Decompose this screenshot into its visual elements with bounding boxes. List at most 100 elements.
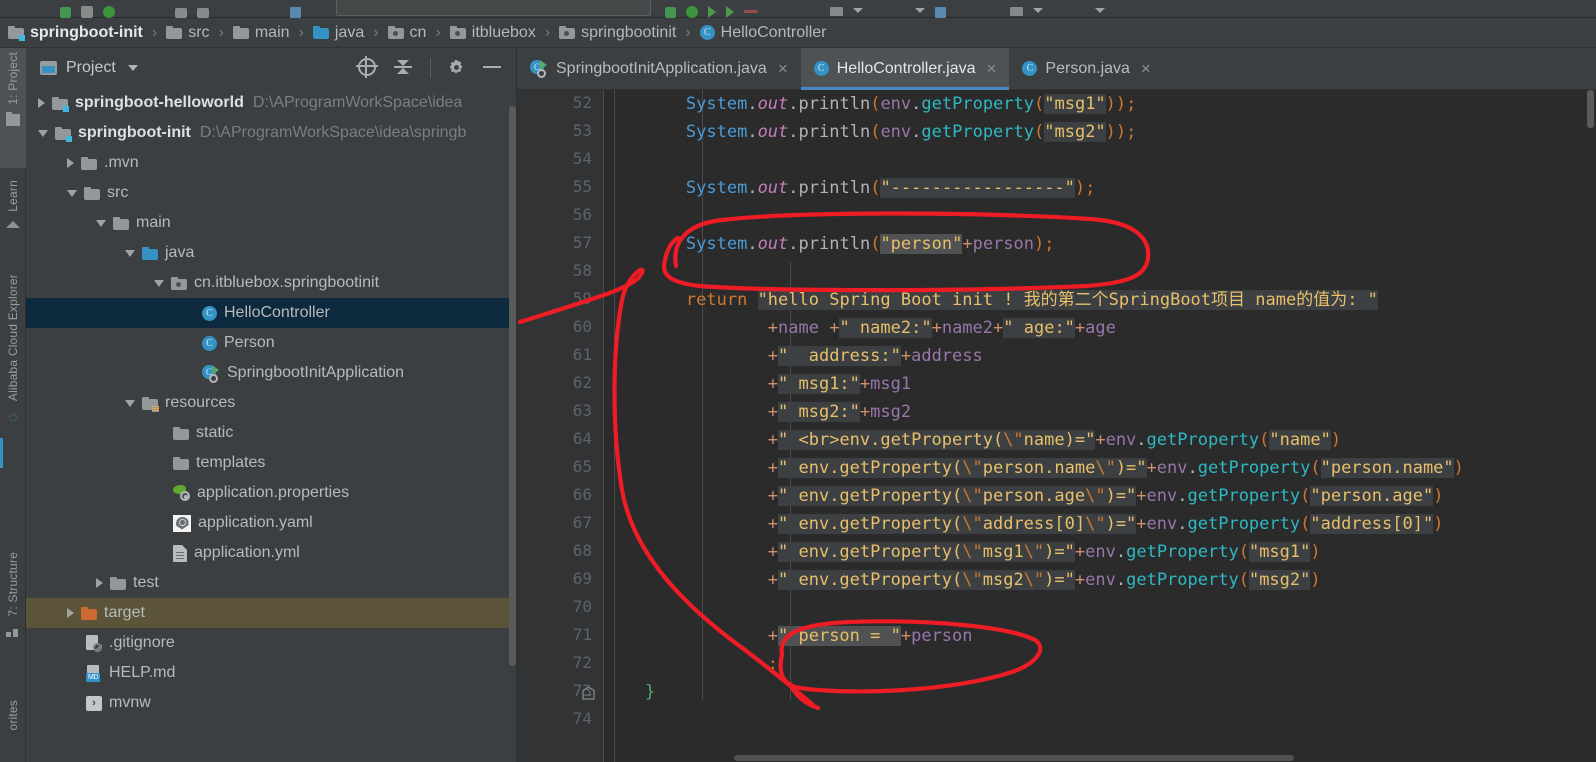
- vcs-update-icon[interactable]: [830, 7, 843, 16]
- tree-row[interactable]: C Person: [26, 328, 517, 358]
- redo-icon[interactable]: [197, 8, 209, 18]
- sidebar-item-alibaba-cloud-explorer[interactable]: ◌ Alibaba Cloud Explorer: [0, 270, 26, 500]
- stop-icon[interactable]: [744, 10, 758, 13]
- scrollbar-thumb[interactable]: [509, 106, 516, 666]
- code-line: +" person = "+person: [767, 626, 973, 646]
- chevron-down-icon[interactable]: [125, 399, 135, 407]
- chevron-down-icon[interactable]: [67, 189, 77, 197]
- run-icon[interactable]: [665, 7, 676, 18]
- tree-row[interactable]: springboot-helloworld D:\AProgramWorkSpac…: [26, 88, 517, 118]
- select-opened-file-button[interactable]: [358, 58, 378, 78]
- sidebar-item-label: 1: Project: [6, 52, 20, 105]
- module-folder-icon: [8, 26, 25, 41]
- tab-springbootinitapplication[interactable]: C SpringbootInitApplication.java ×: [517, 48, 801, 89]
- tree-row[interactable]: application.properties: [26, 478, 517, 508]
- tree-row[interactable]: C SpringbootInitApplication: [26, 358, 517, 388]
- build-icon[interactable]: [60, 7, 71, 18]
- pause-icon[interactable]: [290, 7, 301, 18]
- line-number: 67: [572, 513, 592, 532]
- editor-gutter[interactable]: 52 53 54 55 56 57 58 59 60 61 62 63 64 65 66 67 68 69 70 71…: [517, 90, 604, 762]
- tree-row[interactable]: resources: [26, 388, 517, 418]
- undo-icon[interactable]: [175, 8, 187, 18]
- breadcrumb-item-springboot-init[interactable]: springboot-init: [8, 24, 143, 42]
- editor-horizontal-scrollbar[interactable]: [604, 754, 1504, 762]
- tree-row[interactable]: › mvnw: [26, 688, 517, 718]
- tree-row[interactable]: test: [26, 568, 517, 598]
- close-icon[interactable]: ×: [986, 59, 996, 79]
- tree-row[interactable]: .gitignore: [26, 628, 517, 658]
- debug-icon[interactable]: [686, 6, 698, 18]
- tree-row[interactable]: application.yaml: [26, 508, 517, 538]
- java-class-icon: C: [699, 25, 715, 40]
- chevron-down-icon[interactable]: [127, 65, 138, 71]
- hammer-icon[interactable]: [81, 6, 93, 18]
- sidebar-item-structure[interactable]: 7: Structure: [0, 548, 26, 668]
- chevron-right-icon[interactable]: [38, 98, 45, 108]
- tree-row[interactable]: templates: [26, 448, 517, 478]
- main-toolbar: [0, 0, 1596, 18]
- structure-icon: [6, 625, 20, 638]
- line-number: 52: [572, 93, 592, 112]
- tab-person[interactable]: C Person.java ×: [1009, 48, 1163, 89]
- scrollbar-thumb[interactable]: [1587, 90, 1594, 128]
- breadcrumb-item-main[interactable]: main: [232, 24, 290, 42]
- chevron-right-icon[interactable]: [96, 578, 103, 588]
- breadcrumb-item-springbootinit[interactable]: springbootinit: [559, 24, 676, 42]
- close-icon[interactable]: ×: [778, 59, 788, 79]
- tree-row[interactable]: target: [26, 598, 517, 628]
- breadcrumb-separator: ›: [435, 23, 441, 41]
- tree-row[interactable]: MD HELP.md: [26, 658, 517, 688]
- chevron-down-icon[interactable]: [96, 219, 106, 227]
- close-icon[interactable]: ×: [1141, 59, 1151, 79]
- chevron-down-icon[interactable]: [915, 8, 925, 13]
- tree-row[interactable]: cn.itbluebox.springbootinit: [26, 268, 517, 298]
- tree-row[interactable]: .mvn: [26, 148, 517, 178]
- scrollbar-thumb[interactable]: [734, 755, 1294, 761]
- code-text[interactable]: System.out.println(env.getProperty("msg1…: [604, 90, 1596, 762]
- chevron-down-icon-2[interactable]: [1033, 8, 1043, 13]
- chevron-down-icon[interactable]: [38, 129, 48, 137]
- breadcrumb-item-hellocontroller[interactable]: C HelloController: [699, 24, 826, 42]
- tree-row[interactable]: springboot-init D:\AProgramWorkSpace\idea…: [26, 118, 517, 148]
- run-configuration-selector[interactable]: [336, 0, 651, 16]
- run-config-icon[interactable]: [103, 6, 115, 18]
- settings-button[interactable]: [447, 58, 467, 78]
- sidebar-item-project[interactable]: 1: Project: [0, 48, 26, 168]
- folder-icon: [81, 156, 97, 170]
- breadcrumb-item-src[interactable]: src: [166, 24, 210, 42]
- learn-icon: [6, 220, 20, 228]
- chevron-right-icon[interactable]: [67, 158, 74, 168]
- pause-icon-2[interactable]: [935, 7, 946, 18]
- editor-vertical-scrollbar[interactable]: [1586, 90, 1596, 762]
- breadcrumb-separator: ›: [298, 23, 304, 41]
- chevron-down-icon[interactable]: [125, 249, 135, 257]
- profile-icon[interactable]: [726, 6, 734, 18]
- idea-window: springboot-init › src › main › java › cn › itblueb…: [0, 0, 1596, 762]
- hide-button[interactable]: [483, 58, 503, 78]
- layout-icon[interactable]: [1010, 7, 1023, 16]
- run-with-coverage-icon[interactable]: [708, 6, 716, 18]
- project-tree[interactable]: springboot-helloworld D:\AProgramWorkSpac…: [26, 88, 517, 762]
- collapse-all-button[interactable]: [394, 58, 414, 78]
- breadcrumb-item-itbluebox[interactable]: itbluebox: [449, 24, 536, 42]
- chevron-down-icon[interactable]: [853, 8, 863, 13]
- excluded-folder-icon: [81, 606, 97, 620]
- tree-row[interactable]: static: [26, 418, 517, 448]
- source-folder-icon: [142, 246, 158, 260]
- tree-row[interactable]: src: [26, 178, 517, 208]
- tab-hellocontroller[interactable]: C HelloController.java ×: [800, 48, 1010, 90]
- breadcrumb-item-java[interactable]: java: [312, 24, 364, 42]
- sidebar-item-learn[interactable]: Learn: [0, 176, 26, 266]
- tree-row[interactable]: C HelloController: [26, 298, 517, 328]
- sidebar-item-favorites[interactable]: orites: [0, 696, 26, 762]
- tree-row[interactable]: application.yml: [26, 538, 517, 568]
- tree-row[interactable]: main: [26, 208, 517, 238]
- code-editor[interactable]: 52 53 54 55 56 57 58 59 60 61 62 63 64 65 66 67 68 69 70 71…: [517, 90, 1596, 762]
- tree-row[interactable]: java: [26, 238, 517, 268]
- chevron-right-icon[interactable]: [67, 608, 74, 618]
- chevron-down-icon-3[interactable]: [1095, 8, 1105, 13]
- breadcrumb-item-cn[interactable]: cn: [387, 24, 426, 42]
- chevron-down-icon[interactable]: [154, 279, 164, 287]
